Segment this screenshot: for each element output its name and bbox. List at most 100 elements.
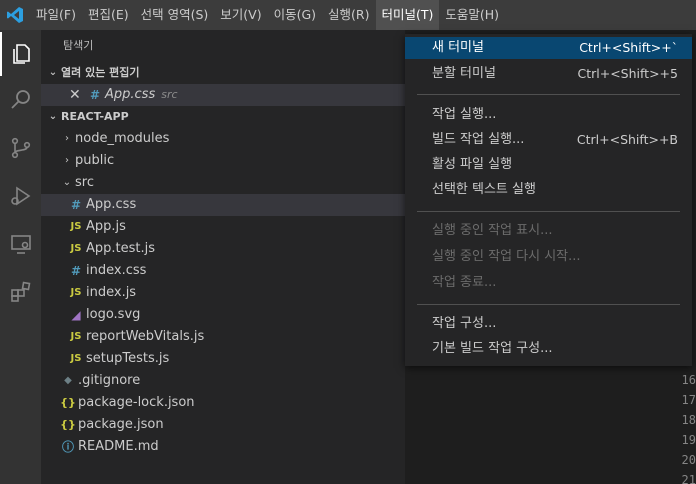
tree-item-label: App.css: [86, 197, 137, 212]
open-editor-item[interactable]: ✕ # App.css src: [41, 84, 405, 106]
menu-separator: [417, 211, 680, 212]
tree-item-label: package.json: [78, 417, 164, 432]
tree-item-label: index.js: [86, 285, 137, 300]
line-number: 16: [681, 373, 696, 387]
menu-terminate-task: 작업 종료...: [405, 272, 692, 294]
menu-configure-tasks[interactable]: 작업 구성...: [405, 313, 692, 335]
tree-item-report-web-vitals-js[interactable]: JS reportWebVitals.js: [41, 326, 405, 348]
menu-run-build-task[interactable]: 빌드 작업 실행... Ctrl+<Shift>+B: [405, 129, 692, 151]
menu-item-shortcut: Ctrl+<Shift>+5: [577, 66, 678, 81]
css-file-icon: #: [70, 264, 82, 278]
tree-item-src[interactable]: ⌄ src: [41, 172, 405, 194]
menu-item-label: 기본 빌드 작업 구성...: [432, 341, 553, 356]
run-debug-icon[interactable]: [0, 174, 41, 218]
open-editors-header[interactable]: ⌄ 열려 있는 편집기: [41, 62, 405, 84]
menu-item-label: 실행 중인 작업 표시...: [432, 223, 553, 238]
terminal-menu-dropdown: 새 터미널 Ctrl+<Shift>+` 분할 터미널 Ctrl+<Shift>…: [405, 34, 692, 366]
menu-show-running-tasks: 실행 중인 작업 표시...: [405, 220, 692, 242]
open-editors-label: 열려 있는 편집기: [61, 66, 140, 79]
menu-edit[interactable]: 편집(E): [82, 0, 135, 30]
menu-go[interactable]: 이동(G): [268, 0, 322, 30]
tree-item-label: public: [75, 153, 115, 168]
search-icon[interactable]: [0, 78, 41, 122]
tree-item-label: index.css: [86, 263, 147, 278]
tree-item-setup-tests-js[interactable]: JS setupTests.js: [41, 348, 405, 370]
tree-item-readme-md[interactable]: ⓘ README.md: [41, 436, 405, 458]
menu-item-label: 새 터미널: [432, 40, 484, 55]
git-file-icon: ◆: [64, 375, 72, 386]
open-editor-folder: src: [161, 88, 178, 101]
menu-help[interactable]: 도움말(H): [439, 0, 505, 30]
project-header[interactable]: ⌄ REACT-APP: [41, 106, 405, 128]
tree-item-index-js[interactable]: JS index.js: [41, 282, 405, 304]
menu-item-label: 실행 중인 작업 다시 시작...: [432, 249, 581, 264]
line-number: 20: [681, 453, 696, 467]
menu-view[interactable]: 보기(V): [214, 0, 267, 30]
tree-item-label: App.js: [86, 219, 126, 234]
tree-item-label: README.md: [78, 439, 159, 454]
tree-item-logo-svg[interactable]: ◢ logo.svg: [41, 304, 405, 326]
js-file-icon: JS: [70, 287, 82, 298]
activity-bar: [0, 30, 41, 484]
menu-configure-default-build-task[interactable]: 기본 빌드 작업 구성...: [405, 338, 692, 360]
tree-item-label: reportWebVitals.js: [86, 329, 205, 344]
tree-item-app-js[interactable]: JS App.js: [41, 216, 405, 238]
menu-item-label: 분할 터미널: [432, 66, 496, 81]
tree-item-label: package-lock.json: [78, 395, 195, 410]
menu-run-task[interactable]: 작업 실행...: [405, 104, 692, 126]
menu-new-terminal[interactable]: 새 터미널 Ctrl+<Shift>+`: [405, 37, 692, 59]
chevron-right-icon: ›: [65, 155, 69, 166]
menu-file[interactable]: 파일(F): [30, 0, 82, 30]
tree-item-package-lock-json[interactable]: {} package-lock.json: [41, 392, 405, 414]
remote-explorer-icon[interactable]: [0, 222, 41, 266]
menu-run-selected-text[interactable]: 선택한 텍스트 실행: [405, 179, 692, 201]
menu-bar: 파일(F) 편집(E) 선택 영역(S) 보기(V) 이동(G) 실행(R) 터…: [0, 0, 696, 30]
tree-item-gitignore[interactable]: ◆ .gitignore: [41, 370, 405, 392]
close-icon[interactable]: ✕: [69, 84, 87, 106]
menu-split-terminal[interactable]: 분할 터미널 Ctrl+<Shift>+5: [405, 63, 692, 85]
json-file-icon: {}: [60, 396, 76, 409]
project-name: REACT-APP: [61, 110, 129, 123]
tree-item-label: App.test.js: [86, 241, 156, 256]
vscode-logo-icon: [0, 0, 30, 30]
menu-item-label: 작업 구성...: [432, 316, 497, 331]
menu-item-shortcut: Ctrl+<Shift>+B: [576, 132, 678, 147]
menu-run[interactable]: 실행(R): [322, 0, 375, 30]
tree-item-label: logo.svg: [86, 307, 141, 322]
tree-item-public[interactable]: › public: [41, 150, 405, 172]
tree-item-node-modules[interactable]: › node_modules: [41, 128, 405, 150]
menu-item-label: 활성 파일 실행: [432, 157, 513, 172]
menu-item-shortcut: Ctrl+<Shift>+`: [579, 40, 678, 55]
menu-item-label: 선택한 텍스트 실행: [432, 182, 536, 197]
menu-item-label: 작업 실행...: [432, 107, 497, 122]
js-file-icon: JS: [70, 331, 82, 342]
tree-item-label: .gitignore: [78, 373, 141, 388]
extensions-icon[interactable]: [0, 270, 41, 314]
explorer-sidebar: 탐색기 ⌄ 열려 있는 편집기 ✕ # App.css src ⌄ REACT-…: [41, 30, 405, 484]
tree-item-app-css[interactable]: # App.css: [41, 194, 405, 216]
line-number: 17: [681, 393, 696, 407]
js-file-icon: JS: [70, 243, 82, 254]
menu-separator: [417, 94, 680, 95]
menu-selection[interactable]: 선택 영역(S): [135, 0, 215, 30]
js-file-icon: JS: [70, 221, 82, 232]
tree-item-index-css[interactable]: # index.css: [41, 260, 405, 282]
tree-item-package-json[interactable]: {} package.json: [41, 414, 405, 436]
explorer-icon[interactable]: [0, 32, 41, 76]
json-file-icon: {}: [60, 418, 76, 431]
source-control-icon[interactable]: [0, 126, 41, 170]
menu-run-active-file[interactable]: 활성 파일 실행: [405, 154, 692, 176]
chevron-down-icon: ⌄: [62, 177, 72, 188]
tree-item-app-test-js[interactable]: JS App.test.js: [41, 238, 405, 260]
menu-terminal[interactable]: 터미널(T): [375, 0, 440, 30]
line-number: 21: [681, 473, 696, 484]
line-number: 18: [681, 413, 696, 427]
menu-item-label: 빌드 작업 실행...: [432, 132, 525, 147]
js-file-icon: JS: [70, 353, 82, 364]
chevron-down-icon: ⌄: [48, 111, 58, 122]
css-file-icon: #: [89, 88, 101, 102]
info-file-icon: ⓘ: [61, 440, 74, 454]
chevron-down-icon: ⌄: [48, 67, 58, 78]
tree-item-label: node_modules: [75, 131, 170, 146]
open-editor-filename: App.css: [105, 87, 156, 102]
